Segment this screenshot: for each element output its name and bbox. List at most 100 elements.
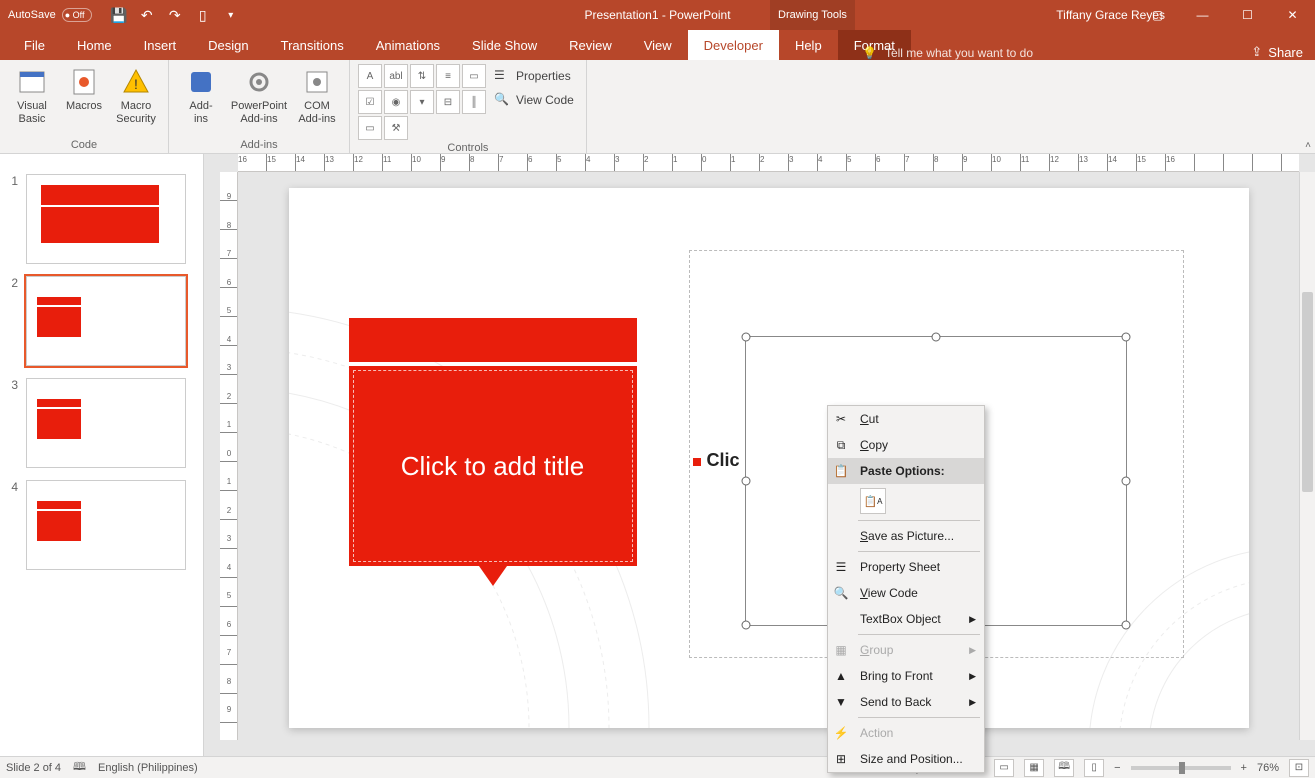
com-addins-button[interactable]: COM Add-ins bbox=[293, 64, 341, 125]
tab-transitions[interactable]: Transitions bbox=[265, 30, 360, 60]
submenu-arrow-icon: ▶ bbox=[969, 697, 976, 708]
maximize-icon[interactable]: ☐ bbox=[1225, 0, 1270, 30]
tell-me-search[interactable]: 💡 Tell me what you want to do bbox=[862, 46, 1033, 60]
share-icon: ⇪ bbox=[1251, 44, 1262, 60]
language-status[interactable]: English (Philippines) bbox=[98, 762, 198, 774]
more-controls-icon[interactable]: ⚒ bbox=[384, 116, 408, 140]
visual-basic-button[interactable]: Visual Basic bbox=[8, 64, 56, 125]
send-back-icon: ▼ bbox=[832, 693, 850, 711]
optionbutton-control-icon[interactable]: ◉ bbox=[384, 90, 408, 114]
thumbnail-row[interactable]: 1 bbox=[0, 168, 203, 270]
thumbnail-number: 2 bbox=[6, 276, 18, 290]
slide-sorter-view-icon[interactable]: ▦ bbox=[1024, 759, 1044, 777]
slide-thumbnail-3[interactable] bbox=[26, 378, 186, 468]
ctx-action: ⚡ Action bbox=[828, 720, 984, 746]
paste-keep-text-only-icon[interactable]: 📋A bbox=[860, 488, 886, 514]
ctx-view-code[interactable]: 🔍 View Code bbox=[828, 580, 984, 606]
powerpoint-addins-button[interactable]: PowerPoint Add-ins bbox=[229, 64, 289, 125]
tab-insert[interactable]: Insert bbox=[128, 30, 193, 60]
thumbnail-row[interactable]: 3 bbox=[0, 372, 203, 474]
minimize-icon[interactable]: — bbox=[1180, 0, 1225, 30]
undo-icon[interactable]: ↶ bbox=[134, 2, 160, 28]
main-area: 1 2 3 4 bbox=[0, 154, 1315, 756]
redo-icon[interactable]: ↷ bbox=[162, 2, 188, 28]
title-placeholder[interactable]: Click to add title bbox=[349, 318, 637, 586]
textbox-control-icon[interactable]: abl bbox=[384, 64, 408, 88]
ribbon-group-label: Code bbox=[8, 137, 160, 153]
checkbox-control-icon[interactable]: ☑ bbox=[358, 90, 382, 114]
autosave-toggle[interactable]: AutoSave ● Off bbox=[8, 8, 92, 22]
ctx-copy[interactable]: ⧉ Copy bbox=[828, 432, 984, 458]
horizontal-ruler[interactable]: 1615141312111098765432101234567891011121… bbox=[238, 154, 1299, 172]
window-controls: ▢ — ☐ ✕ bbox=[1135, 0, 1315, 30]
paste-icon: 📋 bbox=[832, 462, 850, 480]
start-from-beginning-icon[interactable]: ▯ bbox=[190, 2, 216, 28]
vertical-scrollbar[interactable] bbox=[1299, 172, 1315, 740]
fit-to-window-icon[interactable]: ⊡ bbox=[1289, 759, 1309, 777]
action-icon: ⚡ bbox=[832, 724, 850, 742]
thumbnail-row[interactable]: 4 bbox=[0, 474, 203, 576]
normal-view-icon[interactable]: ▭ bbox=[994, 759, 1014, 777]
ribbon-group-addins: Add- ins PowerPoint Add-ins COM Add-ins … bbox=[169, 60, 350, 153]
share-button[interactable]: ⇪ Share bbox=[1251, 44, 1303, 60]
slide-thumbnail-2[interactable] bbox=[26, 276, 186, 366]
thumbnail-number: 4 bbox=[6, 480, 18, 494]
zoom-level[interactable]: 76% bbox=[1257, 762, 1279, 774]
togglebutton-control-icon[interactable]: ⊟ bbox=[436, 90, 460, 114]
spinbutton-control-icon[interactable]: ⇅ bbox=[410, 64, 434, 88]
collapse-ribbon-icon[interactable]: ˄ bbox=[1305, 140, 1311, 151]
tab-view[interactable]: View bbox=[628, 30, 688, 60]
slide-thumbnail-4[interactable] bbox=[26, 480, 186, 570]
copy-icon: ⧉ bbox=[832, 436, 850, 454]
ctx-property-sheet[interactable]: ☰ Property Sheet bbox=[828, 554, 984, 580]
zoom-slider[interactable] bbox=[1131, 766, 1231, 770]
combobox-control-icon[interactable]: ▾ bbox=[410, 90, 434, 114]
properties-button[interactable]: ☰ Properties bbox=[490, 66, 578, 86]
image-control-icon[interactable]: ▭ bbox=[462, 64, 486, 88]
tab-review[interactable]: Review bbox=[553, 30, 628, 60]
vertical-ruler[interactable]: 9876543210123456789 bbox=[220, 172, 238, 740]
tab-help[interactable]: Help bbox=[779, 30, 838, 60]
ctx-cut[interactable]: ✂ Cut bbox=[828, 406, 984, 432]
thumbnail-row[interactable]: 2 bbox=[0, 270, 203, 372]
ctx-save-as-picture[interactable]: Save as Picture... bbox=[828, 523, 984, 549]
tab-animations[interactable]: Animations bbox=[360, 30, 456, 60]
slide-thumbnail-1[interactable] bbox=[26, 174, 186, 264]
properties-icon: ☰ bbox=[494, 68, 510, 84]
zoom-out-icon[interactable]: − bbox=[1114, 762, 1120, 774]
scrollbar-control-icon[interactable]: ║ bbox=[462, 90, 486, 114]
ctx-size-and-position[interactable]: ⊞ Size and Position... bbox=[828, 746, 984, 772]
ctx-bring-to-front[interactable]: ▲ Bring to Front ▶ bbox=[828, 663, 984, 689]
tab-developer[interactable]: Developer bbox=[688, 30, 779, 60]
view-code-button[interactable]: 🔍 View Code bbox=[490, 90, 578, 110]
ctx-textbox-object[interactable]: TextBox Object ▶ bbox=[828, 606, 984, 632]
tab-home[interactable]: Home bbox=[61, 30, 128, 60]
save-icon[interactable]: 💾 bbox=[106, 2, 132, 28]
slideshow-view-icon[interactable]: ▯ bbox=[1084, 759, 1104, 777]
spellcheck-icon[interactable]: 🕮 bbox=[73, 758, 86, 777]
bullet-icon bbox=[693, 458, 701, 466]
macro-security-button[interactable]: ! Macro Security bbox=[112, 64, 160, 125]
close-icon[interactable]: ✕ bbox=[1270, 0, 1315, 30]
commandbutton-control-icon[interactable]: ▭ bbox=[358, 116, 382, 140]
listbox-control-icon[interactable]: ≡ bbox=[436, 64, 460, 88]
addins-button[interactable]: Add- ins bbox=[177, 64, 225, 125]
slide-counter[interactable]: Slide 2 of 4 bbox=[6, 762, 61, 774]
tab-file[interactable]: File bbox=[8, 30, 61, 60]
slide-thumbnails-panel: 1 2 3 4 bbox=[0, 154, 204, 756]
tab-design[interactable]: Design bbox=[192, 30, 264, 60]
visual-basic-icon bbox=[16, 66, 48, 98]
slide-canvas[interactable]: Click to add title Clic bbox=[289, 188, 1249, 728]
gear-icon bbox=[243, 66, 275, 98]
ribbon-display-options-icon[interactable]: ▢ bbox=[1135, 0, 1180, 30]
ctx-send-to-back[interactable]: ▼ Send to Back ▶ bbox=[828, 689, 984, 715]
ribbon-group-label: Add-ins bbox=[177, 137, 341, 153]
reading-view-icon[interactable]: 🕮 bbox=[1054, 759, 1074, 777]
ctx-paste-options-row: 📋A bbox=[828, 484, 984, 518]
macros-button[interactable]: Macros bbox=[60, 64, 108, 113]
tab-slideshow[interactable]: Slide Show bbox=[456, 30, 553, 60]
label-control-icon[interactable]: A bbox=[358, 64, 382, 88]
submenu-arrow-icon: ▶ bbox=[969, 671, 976, 682]
qat-dropdown-icon[interactable]: ▾ bbox=[218, 2, 244, 28]
zoom-in-icon[interactable]: + bbox=[1241, 762, 1247, 774]
